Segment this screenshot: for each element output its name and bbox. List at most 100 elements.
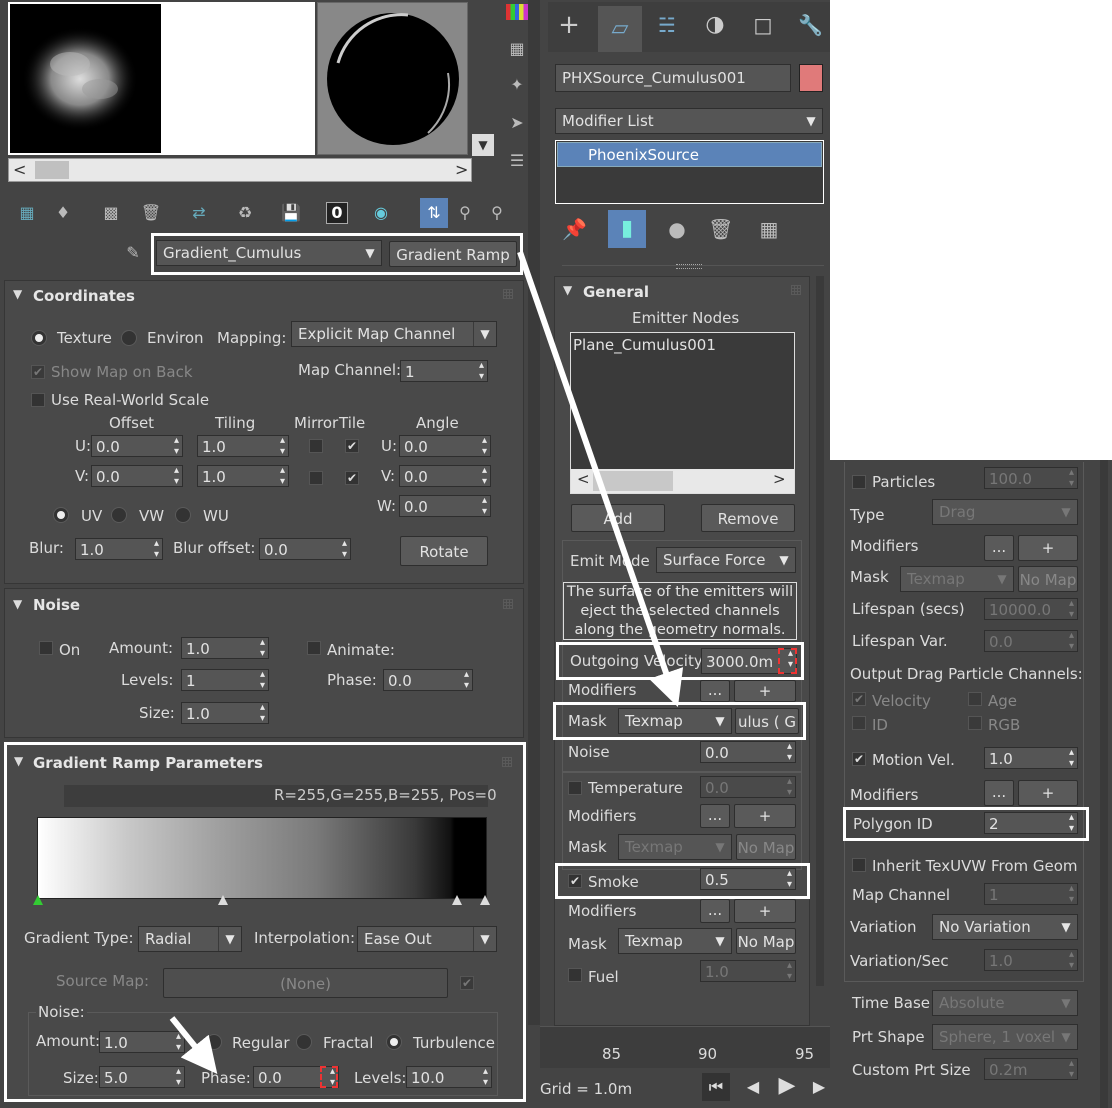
collapse-arrow-icon[interactable]: ▼	[13, 287, 22, 301]
motion-vel-checkbox[interactable]: ✔	[852, 752, 866, 766]
gradient-type-dropdown[interactable]: Radial ▼	[138, 926, 242, 952]
sample-slot-cloud[interactable]	[8, 2, 163, 155]
gradient-ramp-title[interactable]: Gradient Ramp Parameters	[33, 754, 263, 772]
smoke-checkbox[interactable]: ✔	[568, 874, 582, 888]
texture-radio[interactable]	[31, 330, 47, 346]
u-mirror-checkbox[interactable]	[309, 439, 323, 453]
use-real-world-checkbox[interactable]	[31, 393, 45, 407]
velocity-checkbox[interactable]: ✔	[852, 692, 866, 706]
timeline-ruler[interactable]: 85 90 95	[540, 1026, 830, 1069]
material-id-icon[interactable]: 0	[326, 202, 348, 224]
map-channel-spinner[interactable]: 1	[984, 883, 1078, 905]
id-checkbox[interactable]	[852, 716, 866, 730]
uv-radio[interactable]	[53, 507, 69, 523]
hierarchy-tab-icon[interactable]: ☵	[656, 14, 678, 36]
get-material-icon[interactable]: ▦	[16, 202, 38, 224]
go-to-start-icon[interactable]: ⏮	[702, 1073, 730, 1101]
emitter-nodes-list[interactable]: Plane_Cumulus001 < >	[570, 332, 795, 494]
particles-spinner[interactable]: 100.0	[984, 467, 1078, 489]
v-tiling-spinner[interactable]: 1.0	[197, 465, 289, 487]
temperature-mask-dropdown[interactable]: Texmap ▼	[618, 834, 732, 860]
w-angle-spinner[interactable]: 0.0	[399, 495, 491, 517]
noise-phase-spinner[interactable]: 0.0	[383, 669, 473, 691]
particles-add-button[interactable]: +	[1018, 535, 1078, 561]
grip-icon[interactable]	[503, 599, 513, 609]
eyedropper-icon[interactable]: ✎	[122, 242, 144, 264]
source-map-checkbox[interactable]: ✔	[460, 976, 474, 990]
slot-scroll-down[interactable]: ▼	[472, 134, 494, 156]
gradient-flag-dark[interactable]	[452, 895, 462, 905]
source-map-button[interactable]: (None)	[163, 968, 448, 998]
animation-key-icon[interactable]	[320, 1066, 338, 1088]
make-unique-icon[interactable]: ⇄	[188, 202, 210, 224]
u-tile-checkbox[interactable]: ✔	[345, 439, 359, 453]
noise-on-checkbox[interactable]	[39, 641, 53, 655]
emitter-node-item[interactable]: Plane_Cumulus001	[573, 336, 716, 354]
scroll-left-arrow[interactable]: <	[13, 160, 26, 179]
lifespan-var-spinner[interactable]: 0.0	[984, 630, 1078, 652]
remove-button[interactable]: Remove	[701, 504, 795, 532]
map-name-dropdown[interactable]: Gradient_Cumulus ▼	[156, 240, 382, 266]
particles-mask-dropdown[interactable]: Texmap ▼	[900, 566, 1014, 592]
scroll-right-arrow[interactable]: >	[455, 160, 468, 179]
noise-levels-spinner[interactable]: 1	[181, 669, 269, 691]
environ-radio[interactable]	[121, 330, 137, 346]
v-tile-checkbox[interactable]: ✔	[345, 471, 359, 485]
save-icon[interactable]: 💾	[280, 202, 302, 224]
particles-scrollbar[interactable]	[1100, 460, 1108, 1108]
gradient-size-spinner[interactable]: 5.0	[99, 1066, 185, 1088]
show-map-on-back-checkbox[interactable]: ✔	[31, 365, 45, 379]
smoke-ellipsis-button[interactable]: ...	[700, 899, 730, 923]
time-base-dropdown[interactable]: Absolute ▼	[932, 990, 1078, 1016]
u-tiling-spinner[interactable]: 1.0	[197, 435, 289, 457]
rgb-checkbox[interactable]	[968, 716, 982, 730]
show-shaded-icon[interactable]: ◉	[370, 202, 392, 224]
scroll-right-arrow[interactable]: >	[773, 470, 786, 488]
fuel-checkbox[interactable]	[568, 968, 582, 982]
blur-spinner[interactable]: 1.0	[75, 538, 163, 560]
motion-ellipsis-button[interactable]: ...	[984, 780, 1014, 806]
u-offset-spinner[interactable]: 0.0	[91, 435, 183, 457]
play-icon[interactable]: ▶	[776, 1075, 798, 1097]
sample-slot-sphere[interactable]	[317, 2, 468, 155]
gradient-flag-end[interactable]	[480, 895, 490, 905]
lifespan-spinner[interactable]: 10000.0	[984, 598, 1078, 620]
put-to-scene-icon[interactable]: ♦	[52, 202, 74, 224]
slot-scrollbar[interactable]: < >	[8, 158, 472, 182]
utilities-tab-icon[interactable]: 🔧	[798, 14, 823, 36]
temperature-ellipsis-button[interactable]: ...	[700, 804, 730, 828]
fractal-radio[interactable]	[296, 1034, 312, 1050]
next-frame-icon[interactable]: ▶	[808, 1076, 830, 1098]
wu-radio[interactable]	[175, 507, 191, 523]
smoke-mask-dropdown[interactable]: Texmap ▼	[618, 928, 732, 954]
noise-amount-spinner[interactable]: 1.0	[181, 637, 269, 659]
show-end-result-icon[interactable]: ▮	[608, 210, 646, 248]
select-by-material-icon[interactable]: ➤	[506, 112, 528, 134]
variation-sec-spinner[interactable]: 1.0	[984, 949, 1078, 971]
color-bars-icon[interactable]	[506, 4, 528, 20]
previous-frame-icon[interactable]: ◀	[742, 1076, 764, 1098]
display-tab-icon[interactable]: □	[752, 14, 774, 36]
custom-prt-size-spinner[interactable]: 0.2m	[984, 1058, 1078, 1080]
mask-texmap-dropdown[interactable]: Texmap ▼	[618, 708, 732, 734]
inherit-texuvw-checkbox[interactable]	[852, 858, 866, 872]
show-end-result-icon[interactable]: ⇅	[420, 198, 448, 228]
collapse-arrow-icon[interactable]: ▼	[563, 283, 572, 297]
assign-material-icon[interactable]: ▩	[100, 202, 122, 224]
prt-shape-dropdown[interactable]: Sphere, 1 voxel ▼	[932, 1024, 1078, 1050]
pin-stack-icon[interactable]: 📌	[562, 218, 587, 240]
general-title[interactable]: General	[583, 283, 649, 301]
gradient-levels-spinner[interactable]: 10.0	[406, 1066, 492, 1088]
video-check-icon[interactable]: ▦	[506, 38, 528, 60]
rotate-button[interactable]: Rotate	[400, 536, 488, 566]
fuel-spinner[interactable]: 1.0	[700, 960, 796, 982]
v-offset-spinner[interactable]: 0.0	[91, 465, 183, 487]
v-mirror-checkbox[interactable]	[309, 471, 323, 485]
options-icon[interactable]: ✦	[506, 74, 528, 96]
animation-key-icon[interactable]	[778, 648, 797, 674]
map-channel-spinner[interactable]: 1	[400, 360, 488, 382]
map-type-button[interactable]: Gradient Ramp	[389, 241, 517, 267]
configure-sets-icon[interactable]: ▦	[758, 218, 780, 240]
variation-dropdown[interactable]: No Variation ▼	[932, 914, 1078, 940]
type-dropdown[interactable]: Drag ▼	[932, 499, 1078, 525]
